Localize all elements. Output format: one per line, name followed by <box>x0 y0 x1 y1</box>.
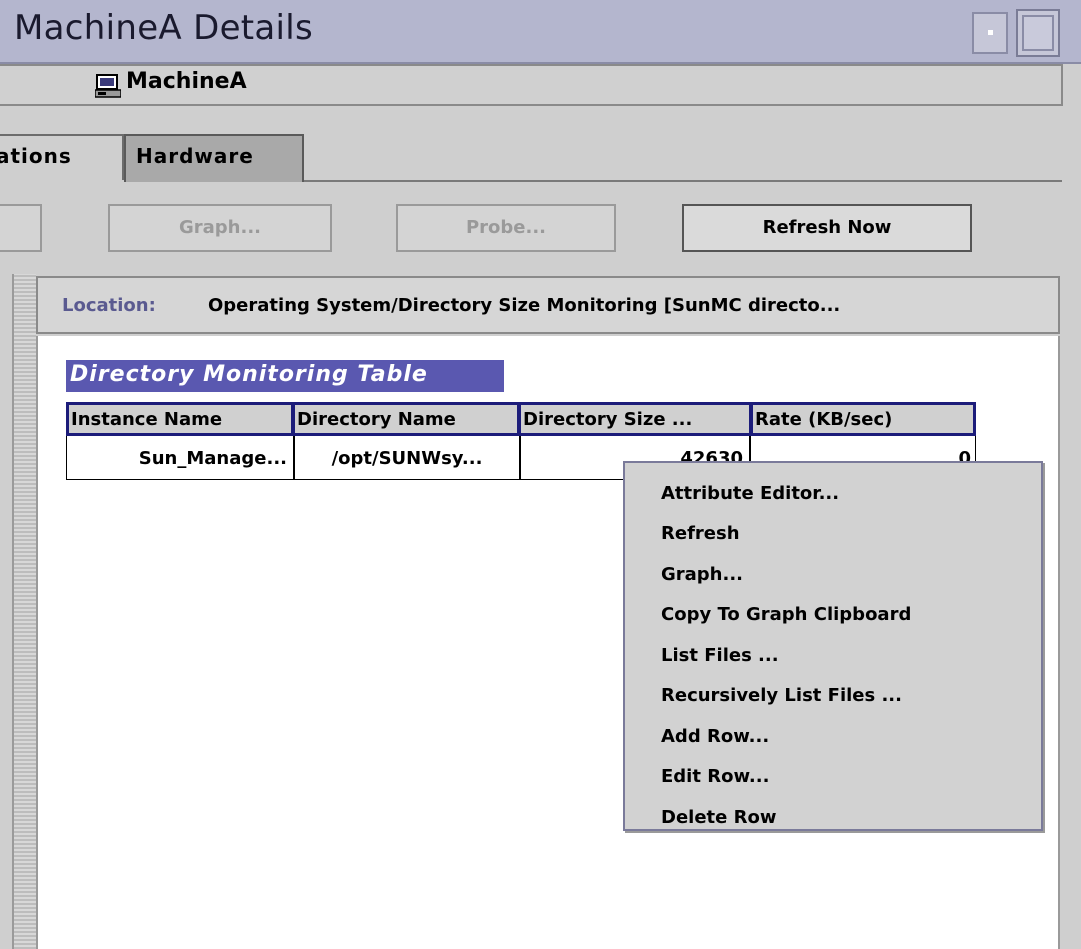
location-path: Operating System/Directory Size Monitori… <box>208 295 841 316</box>
table-title: Directory Monitoring Table <box>66 360 504 392</box>
menu-item-list-files[interactable]: List Files ... <box>625 635 1041 675</box>
maximize-button[interactable] <box>1016 9 1060 57</box>
minimize-button[interactable] <box>972 12 1008 54</box>
toolbar-button-partial[interactable] <box>0 204 42 252</box>
tab-hardware[interactable]: Hardware <box>124 134 304 182</box>
context-menu: Attribute Editor... Refresh Graph... Cop… <box>623 461 1043 831</box>
refresh-now-button[interactable]: Refresh Now <box>682 204 972 252</box>
column-header-directory-size[interactable]: Directory Size ... <box>518 402 752 436</box>
column-header-instance-name[interactable]: Instance Name <box>66 402 294 436</box>
host-name: MachineA <box>126 69 247 94</box>
column-header-directory-name[interactable]: Directory Name <box>292 402 520 436</box>
menu-item-edit-row[interactable]: Edit Row... <box>625 756 1041 796</box>
tab-applications[interactable]: ations <box>0 134 124 180</box>
menu-item-recursively-list-files[interactable]: Recursively List Files ... <box>625 675 1041 715</box>
probe-button[interactable]: Probe... <box>396 204 616 252</box>
tab-divider <box>304 180 1062 182</box>
window-title: MachineA Details <box>14 8 314 48</box>
location-label: Location: <box>62 295 156 316</box>
menu-item-graph[interactable]: Graph... <box>625 554 1041 594</box>
maximize-icon <box>1022 15 1054 51</box>
menu-item-attribute-editor[interactable]: Attribute Editor... <box>625 473 1041 513</box>
menu-item-delete-row[interactable]: Delete Row <box>625 797 1041 837</box>
minimize-icon <box>988 30 993 35</box>
location-bar: Location: Operating System/Directory Siz… <box>36 276 1060 334</box>
menu-item-refresh[interactable]: Refresh <box>625 513 1041 553</box>
menu-item-copy-to-graph-clipboard[interactable]: Copy To Graph Clipboard <box>625 594 1041 634</box>
panel-splitter[interactable] <box>12 274 36 949</box>
table-cell-directory-name[interactable]: /opt/SUNWsy... <box>294 436 520 480</box>
menu-item-add-row[interactable]: Add Row... <box>625 716 1041 756</box>
graph-button[interactable]: Graph... <box>108 204 332 252</box>
table-cell-instance-name[interactable]: Sun_Manage... <box>66 436 294 480</box>
window-title-bar[interactable]: MachineA Details <box>0 0 1081 64</box>
column-header-rate[interactable]: Rate (KB/sec) <box>750 402 976 436</box>
computer-icon <box>95 74 121 98</box>
